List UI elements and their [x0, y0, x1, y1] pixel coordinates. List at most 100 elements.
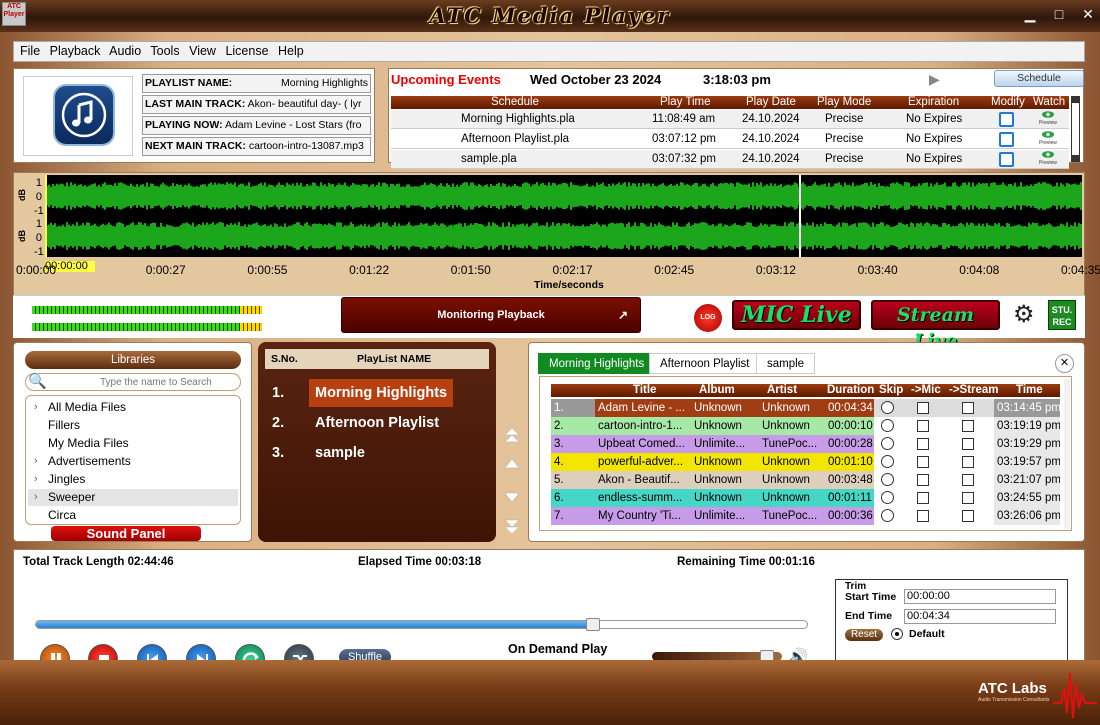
sound-panel-button[interactable]: Sound Panel	[51, 526, 201, 541]
table-row[interactable]: 5. Akon - Beautif... Unknown Unknown 00:03:4…	[551, 471, 1060, 489]
next-track-label: NEXT MAIN TRACK:	[145, 140, 246, 152]
tab-afternoon-playlist[interactable]: Afternoon Playlist	[649, 353, 761, 374]
library-item[interactable]: Circa	[28, 507, 238, 524]
skip-radio[interactable]	[881, 455, 894, 468]
mic-checkbox[interactable]	[917, 402, 929, 414]
menu-playback[interactable]: Playback	[50, 44, 101, 58]
menu-file[interactable]: File	[20, 44, 40, 58]
close-button[interactable]: ✕	[1076, 4, 1100, 24]
table-row[interactable]: 3. Upbeat Comed... Unlimite... TunePoc... 00…	[551, 435, 1060, 453]
col-playlist-name: PlayList NAME	[357, 353, 432, 365]
preview-eye-icon[interactable]: Preview	[1037, 130, 1059, 148]
chevron-right-icon[interactable]: ›	[34, 453, 38, 470]
library-item[interactable]: › Jingles	[28, 471, 238, 488]
event-row[interactable]: sample.pla 03:07:32 pm 24.10.2024 Precise No…	[391, 150, 1069, 169]
waveform-display[interactable]	[44, 175, 1082, 257]
preview-eye-icon[interactable]: Preview	[1037, 110, 1059, 128]
track-table-scrollbar[interactable]	[1064, 379, 1070, 529]
menu-audio[interactable]: Audio	[109, 44, 141, 58]
progress-knob[interactable]	[585, 618, 600, 631]
library-item[interactable]: › All Media Files	[28, 399, 238, 416]
table-row[interactable]: 6. endless-summ... Unknown Unknown 00:01:11 0…	[551, 489, 1060, 507]
schedule-button[interactable]: Schedule	[994, 70, 1084, 87]
events-scrollbar[interactable]	[1071, 96, 1080, 162]
close-tab-icon[interactable]: ✕	[1055, 354, 1074, 373]
edit-icon[interactable]	[999, 132, 1014, 147]
mic-checkbox[interactable]	[917, 456, 929, 468]
preview-eye-icon[interactable]: Preview	[1037, 150, 1059, 168]
mic-checkbox[interactable]	[917, 474, 929, 486]
default-radio[interactable]	[891, 628, 903, 640]
stream-live-button[interactable]: Stream Live	[871, 300, 1000, 352]
playlist-number: 2.	[272, 415, 285, 431]
library-item[interactable]: Fillers	[28, 417, 238, 434]
playlist-item[interactable]: 2. Afternoon Playlist	[265, 409, 489, 437]
track-album: Unknown	[691, 453, 759, 471]
event-time: 11:08:49 am	[652, 113, 716, 125]
col-time: Time	[1016, 384, 1043, 396]
stream-checkbox[interactable]	[962, 402, 974, 414]
event-expiration: No Expires	[906, 113, 963, 125]
event-name: sample.pla	[461, 153, 517, 165]
reset-button[interactable]: Reset	[845, 629, 883, 641]
start-time-field[interactable]: 00:00:00	[904, 589, 1056, 604]
table-row[interactable]: 2. cartoon-intro-1... Unknown Unknown 00:00:…	[551, 417, 1060, 435]
library-item[interactable]: › Advertisements	[28, 453, 238, 470]
chevron-right-icon[interactable]: ›	[34, 471, 38, 488]
edit-icon[interactable]	[999, 112, 1014, 127]
settings-gear-icon[interactable]: ⚙	[1013, 303, 1035, 327]
menu-tools[interactable]: Tools	[150, 44, 179, 58]
event-row[interactable]: Afternoon Playlist.pla 03:07:12 pm 24.10.2…	[391, 130, 1069, 149]
library-item-label: Circa	[48, 508, 77, 522]
chevron-right-icon[interactable]: ›	[34, 399, 38, 416]
libraries-panel: Libraries 🔍 › All Media Files Fillers My Me…	[13, 342, 252, 542]
table-row[interactable]: 1. Adam Levine - ... Unknown Unknown 00:04:3…	[551, 399, 1060, 417]
playlist-item[interactable]: 1. Morning Highlights	[265, 379, 489, 407]
menu-view[interactable]: View	[189, 44, 216, 58]
stream-checkbox[interactable]	[962, 492, 974, 504]
maximize-button[interactable]: □	[1047, 4, 1071, 24]
event-row[interactable]: Morning Highlights.pla 11:08:49 am 24.10.2…	[391, 110, 1069, 129]
minimize-button[interactable]: ▁	[1018, 4, 1042, 24]
library-search-input[interactable]	[90, 376, 236, 389]
mic-checkbox[interactable]	[917, 492, 929, 504]
tab-morning-highlights[interactable]: Morning Highlights	[538, 353, 656, 374]
log-button[interactable]: LOG	[694, 304, 722, 332]
play-arrow-icon[interactable]: ▶	[929, 71, 940, 88]
col-stream: ->Stream	[949, 384, 999, 396]
track-duration: 00:03:48	[825, 471, 874, 489]
playing-now-label: PLAYING NOW:	[145, 119, 223, 131]
stream-checkbox[interactable]	[962, 438, 974, 450]
stream-checkbox[interactable]	[962, 456, 974, 468]
skip-radio[interactable]	[881, 491, 894, 504]
mic-checkbox[interactable]	[917, 438, 929, 450]
mic-checkbox[interactable]	[917, 510, 929, 522]
skip-radio[interactable]	[881, 437, 894, 450]
mic-live-button[interactable]: MIC Live	[732, 300, 861, 330]
monitoring-playback-button[interactable]: Monitoring Playback ↗	[341, 297, 641, 333]
end-time-field[interactable]: 00:04:34	[904, 609, 1056, 624]
studio-record-button[interactable]: STU. REC	[1048, 300, 1076, 330]
library-item[interactable]: › Sweeper	[28, 489, 238, 506]
stream-checkbox[interactable]	[962, 420, 974, 432]
library-item[interactable]: My Media Files	[28, 435, 238, 452]
table-row[interactable]: 4. powerful-adver... Unknown Unknown 00:01:1…	[551, 453, 1060, 471]
menu-license[interactable]: License	[225, 44, 268, 58]
menu-help[interactable]: Help	[278, 44, 304, 58]
edit-icon[interactable]	[999, 152, 1014, 167]
stream-checkbox[interactable]	[962, 510, 974, 522]
skip-radio[interactable]	[881, 419, 894, 432]
tab-sample[interactable]: sample	[756, 353, 816, 374]
time-tick-label: 0:03:40	[857, 263, 898, 277]
chevron-right-icon[interactable]: ›	[34, 489, 38, 506]
mic-checkbox[interactable]	[917, 420, 929, 432]
skip-radio[interactable]	[881, 401, 894, 414]
table-row[interactable]: 7. My Country 'Ti... Unlimite... TunePoc...…	[551, 507, 1060, 525]
track-time: 03:19:19 pm	[994, 417, 1060, 435]
playlist-item[interactable]: 3. sample	[265, 439, 489, 467]
skip-radio[interactable]	[881, 473, 894, 486]
library-search[interactable]: 🔍	[25, 373, 241, 391]
playback-progress-bar[interactable]	[35, 618, 808, 631]
skip-radio[interactable]	[881, 509, 894, 522]
stream-checkbox[interactable]	[962, 474, 974, 486]
